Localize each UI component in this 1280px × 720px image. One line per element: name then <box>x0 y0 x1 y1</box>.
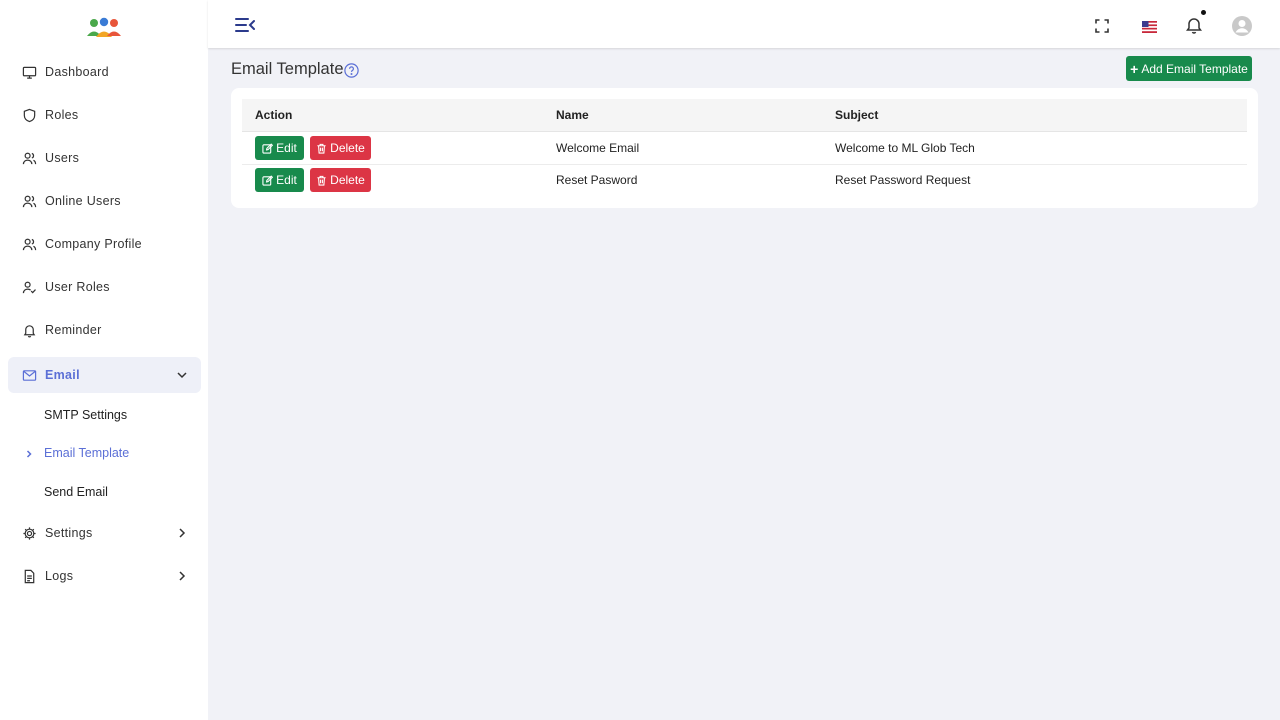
fullscreen-button[interactable] <box>1094 18 1110 34</box>
sidebar-item-label: Reminder <box>45 323 102 337</box>
avatar-icon <box>1232 16 1252 36</box>
chevron-right-icon <box>179 528 186 538</box>
sidebar-item-reminder[interactable]: Reminder <box>8 312 201 348</box>
sidebar-item-company-profile[interactable]: Company Profile <box>8 226 201 262</box>
chevron-right-icon <box>179 571 186 581</box>
menu-collapse-button[interactable] <box>234 16 256 34</box>
column-header-subject: Subject <box>835 108 879 122</box>
sidebar-item-label: Dashboard <box>45 65 109 79</box>
chevron-down-icon <box>177 372 187 379</box>
sidebar-item-label: User Roles <box>45 280 110 294</box>
mail-icon <box>21 367 37 383</box>
sidebar-subitem-send-email[interactable]: Send Email <box>44 485 108 499</box>
add-button-label: Add Email Template <box>1141 61 1248 76</box>
sidebar-item-label: Online Users <box>45 194 121 208</box>
edit-icon <box>262 174 274 186</box>
sidebar-item-dashboard[interactable]: Dashboard <box>8 54 201 90</box>
add-email-template-button[interactable]: + Add Email Template <box>1126 56 1252 81</box>
users-icon <box>21 150 37 166</box>
sidebar-item-label: Logs <box>45 569 74 583</box>
sidebar-item-email[interactable]: Email <box>8 357 201 393</box>
top-header <box>208 0 1280 48</box>
gear-icon <box>21 525 37 541</box>
table-row: Edit Delete Welcome Email Welcome to ML … <box>242 133 1247 165</box>
sidebar-item-user-roles[interactable]: User Roles <box>8 269 201 305</box>
monitor-icon <box>21 64 37 80</box>
edit-icon <box>262 142 274 154</box>
user-check-icon <box>21 279 37 295</box>
notifications-button[interactable] <box>1185 10 1206 34</box>
template-subject: Reset Password Request <box>835 173 971 187</box>
edit-button[interactable]: Edit <box>255 168 304 192</box>
shield-icon <box>21 107 37 123</box>
help-icon[interactable] <box>344 63 359 78</box>
edit-label: Edit <box>276 141 297 155</box>
logo-icon <box>87 17 121 37</box>
user-avatar-button[interactable] <box>1232 16 1252 36</box>
chevron-right-icon <box>26 450 32 458</box>
language-flag-button[interactable] <box>1141 21 1157 33</box>
table-row: Edit Delete Reset Pasword Reset Password… <box>242 165 1247 197</box>
delete-label: Delete <box>330 173 365 187</box>
column-header-name: Name <box>556 108 589 122</box>
menu-collapse-icon <box>235 18 255 32</box>
column-header-action: Action <box>255 108 293 122</box>
sidebar-item-users[interactable]: Users <box>8 140 201 176</box>
delete-label: Delete <box>330 141 365 155</box>
trash-icon <box>317 143 326 154</box>
table-header: Action Name Subject <box>242 99 1247 132</box>
edit-button[interactable]: Edit <box>255 136 304 160</box>
notification-dot <box>1201 10 1206 15</box>
delete-button[interactable]: Delete <box>310 136 371 160</box>
sidebar-subitem-email-template[interactable]: Email Template <box>44 446 129 460</box>
bell-icon <box>21 322 37 338</box>
sidebar-item-roles[interactable]: Roles <box>8 97 201 133</box>
users-icon <box>21 236 37 252</box>
sidebar-item-online-users[interactable]: Online Users <box>8 183 201 219</box>
template-subject: Welcome to ML Glob Tech <box>835 141 975 155</box>
fullscreen-icon <box>1095 19 1109 33</box>
sidebar-item-logs[interactable]: Logs <box>8 558 201 594</box>
sidebar-item-label: Settings <box>45 526 93 540</box>
plus-icon: + <box>1130 60 1139 77</box>
file-icon <box>21 568 37 584</box>
template-name: Welcome Email <box>556 141 640 155</box>
sidebar-item-label: Roles <box>45 108 79 122</box>
sidebar: Dashboard Roles Users Online Users Compa… <box>0 0 208 720</box>
edit-label: Edit <box>276 173 297 187</box>
us-flag-icon <box>1141 21 1157 33</box>
sidebar-subitem-smtp-settings[interactable]: SMTP Settings <box>44 408 127 422</box>
trash-icon <box>317 175 326 186</box>
sidebar-item-label: Company Profile <box>45 237 142 251</box>
page-title: Email Template <box>231 60 344 78</box>
sidebar-item-label: Email <box>45 368 80 382</box>
delete-button[interactable]: Delete <box>310 168 371 192</box>
email-template-table-card: Action Name Subject Edit Delete Welcome … <box>231 88 1258 208</box>
template-name: Reset Pasword <box>556 173 638 187</box>
sidebar-item-label: Users <box>45 151 80 165</box>
sidebar-item-settings[interactable]: Settings <box>8 515 201 551</box>
users-icon <box>21 193 37 209</box>
bell-icon <box>1186 18 1202 34</box>
